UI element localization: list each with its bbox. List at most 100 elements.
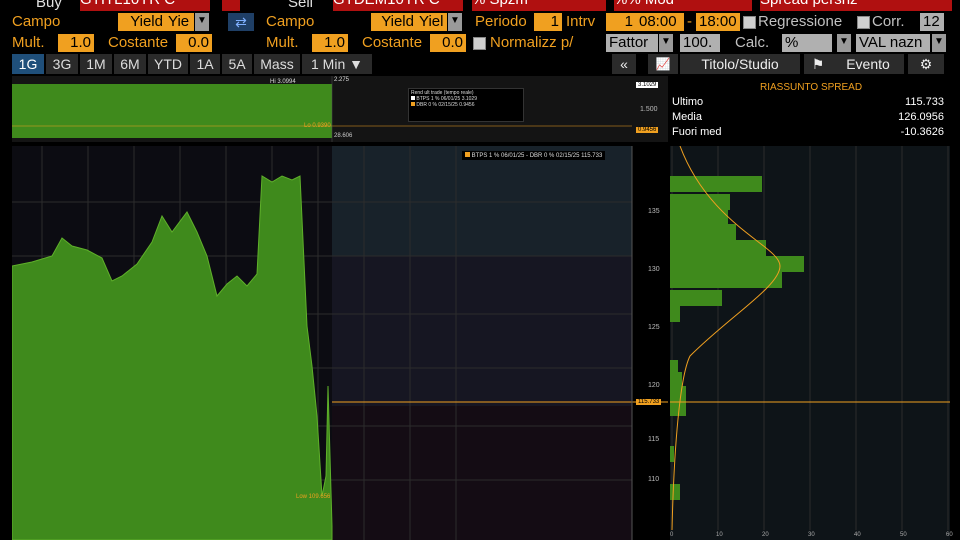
tab-mass[interactable]: Mass: [254, 54, 300, 74]
summary-row-label: Fuori med: [672, 126, 722, 138]
histogram-bar: [670, 484, 680, 500]
overview-area: [12, 84, 332, 138]
tab-5a[interactable]: 5A: [222, 54, 252, 74]
costante2-label: Costante: [362, 34, 423, 51]
summary-row: Ultimo 115.733: [672, 96, 948, 108]
campo2-field[interactable]: Yield: [371, 13, 417, 31]
campo1-label: Campo: [12, 13, 61, 30]
mult1-label: Mult.: [12, 34, 45, 51]
main-chart: BTPS 1 % 06/01/25 - DBR 0 % 02/15/25 115…: [12, 146, 668, 540]
costante1-label: Costante: [108, 34, 169, 51]
campo2-field-2[interactable]: Yiel: [417, 13, 447, 31]
main-legend: BTPS 1 % 06/01/25 - DBR 0 % 02/15/25 115…: [462, 151, 606, 160]
tab-ytd[interactable]: YTD: [148, 54, 188, 74]
corr-checkbox[interactable]: [857, 16, 870, 29]
tab-1a[interactable]: 1A: [190, 54, 220, 74]
mult2-field[interactable]: 1.0: [312, 34, 348, 52]
histogram-bar: [670, 372, 682, 388]
gear-icon[interactable]: ⚙: [908, 54, 944, 74]
y-tick-label: 115: [648, 436, 660, 443]
histogram-x-tick: 20: [762, 532, 769, 538]
histogram-bar: [670, 386, 686, 402]
normalizz-checkbox[interactable]: [473, 37, 486, 50]
sell-ticker-field[interactable]: GTDEM10YR C: [333, 0, 463, 11]
header-buy-sell: Buy GTITL10YR C Sell GTDEM10YR C % Spzm …: [0, 0, 960, 11]
low-label: Low 109.656: [296, 494, 331, 500]
val-nazn-field[interactable]: VAL nazn: [856, 34, 930, 52]
campo1-field-2[interactable]: Yie: [166, 13, 194, 31]
periodo-field[interactable]: 1: [534, 13, 562, 31]
fattor-field[interactable]: Fattor: [606, 34, 658, 52]
mode-mod-dropdown[interactable]: %% Mod: [614, 0, 752, 11]
summary-row-label: Ultimo: [672, 96, 704, 108]
histogram-x-tick: 40: [854, 532, 861, 538]
titolo-studio-button[interactable]: Titolo/Studio: [680, 54, 800, 74]
time-separator: -: [687, 13, 692, 30]
overview-chart: Hi 3.0994 2.275 Lo 0.9390 28.606 Rend ul…: [12, 76, 668, 142]
summary-row-label: Media: [672, 111, 702, 123]
evento-button[interactable]: Evento: [832, 54, 904, 74]
regressione-label: Regressione: [758, 13, 843, 30]
tab-1m[interactable]: 1M: [80, 54, 112, 74]
campo2-dropdown[interactable]: ▼: [448, 13, 462, 31]
collapse-button[interactable]: «: [612, 54, 636, 74]
histogram-bar: [670, 240, 766, 256]
fattor-dropdown[interactable]: ▼: [659, 34, 673, 52]
histogram-svg: [670, 146, 950, 540]
overview-right-bot: 0.9456: [636, 127, 659, 133]
costante1-field[interactable]: 0.0: [176, 34, 212, 52]
flag-icon[interactable]: ⚑: [804, 54, 832, 74]
corr-label: Corr.: [872, 13, 905, 30]
calc-field[interactable]: %: [782, 34, 832, 52]
settings-row-1: Campo Yield Yie ▼ ⇄ Campo Yield Yiel ▼ P…: [0, 12, 960, 34]
swap-icon[interactable]: ⇄: [228, 13, 254, 31]
corr-field[interactable]: 12: [920, 13, 944, 31]
time-from-field[interactable]: 08:00: [636, 13, 684, 31]
time-to-field[interactable]: 18:00: [696, 13, 740, 31]
tab-3g[interactable]: 3G: [46, 54, 78, 74]
normalizz-label: Normalizz p/: [490, 34, 574, 51]
mult1-field[interactable]: 1.0: [58, 34, 94, 52]
histogram-x-tick: 60: [946, 532, 953, 538]
costante2-field[interactable]: 0.0: [430, 34, 466, 52]
y-tick-label: 120: [648, 382, 660, 389]
campo1-field[interactable]: Yield: [118, 13, 166, 31]
overview-hint-mid: Lo 0.9390: [304, 123, 331, 129]
campo2-label: Campo: [266, 13, 315, 30]
summary-row-value: 115.733: [905, 96, 944, 108]
tab-1min[interactable]: 1 Min ▼: [302, 54, 372, 74]
tab-1g[interactable]: 1G: [12, 54, 44, 74]
regressione-checkbox[interactable]: [743, 16, 756, 29]
main-chart-svg: [12, 146, 668, 540]
calc-dropdown[interactable]: ▼: [837, 34, 851, 52]
buy-ticker-field[interactable]: GTITL10YR C: [80, 0, 210, 11]
histogram-bar: [670, 306, 680, 322]
histogram-x-tick: 30: [808, 532, 815, 538]
chart-studio-icon[interactable]: 📈: [648, 54, 678, 74]
overview-hint-left: Hi 3.0994: [270, 79, 296, 85]
overview-legend-dbr: DBR 0 % 02/15/25 0.9456: [411, 102, 521, 108]
val-nazn-dropdown[interactable]: ▼: [932, 34, 946, 52]
y-tick-label: 110: [648, 476, 660, 483]
histogram-x-tick: 10: [716, 532, 723, 538]
histogram-bar: [670, 272, 782, 288]
y-tick-label: 130: [648, 266, 660, 273]
intrv-label: Intrv: [566, 13, 596, 30]
mult2-label: Mult.: [266, 34, 299, 51]
summary-row: Fuori med -10.3626: [672, 126, 948, 138]
band-upper: [332, 146, 632, 256]
fattor-value-field[interactable]: 100.: [680, 34, 720, 52]
tab-6m[interactable]: 6M: [114, 54, 146, 74]
overview-right-mid: 1.500: [640, 106, 658, 113]
intrv-field[interactable]: 1: [606, 13, 636, 31]
histogram-panel: 0 10 20 30 40 50 60: [670, 146, 953, 540]
buy-ticker-dropdown[interactable]: [222, 0, 240, 11]
campo1-dropdown[interactable]: ▼: [195, 13, 209, 31]
histogram-bar: [670, 210, 728, 226]
histogram-x-tick: 0: [670, 532, 674, 538]
summary-row-value: 126.0956: [898, 111, 944, 123]
summary-panel: RIASSUNTO SPREAD Ultimo 115.733 Media 126.0…: [670, 76, 950, 142]
mode-spzm-dropdown[interactable]: % Spzm: [472, 0, 606, 11]
spread-persnz-button[interactable]: Spread persnz: [760, 0, 952, 11]
periodo-label: Periodo: [475, 13, 527, 30]
